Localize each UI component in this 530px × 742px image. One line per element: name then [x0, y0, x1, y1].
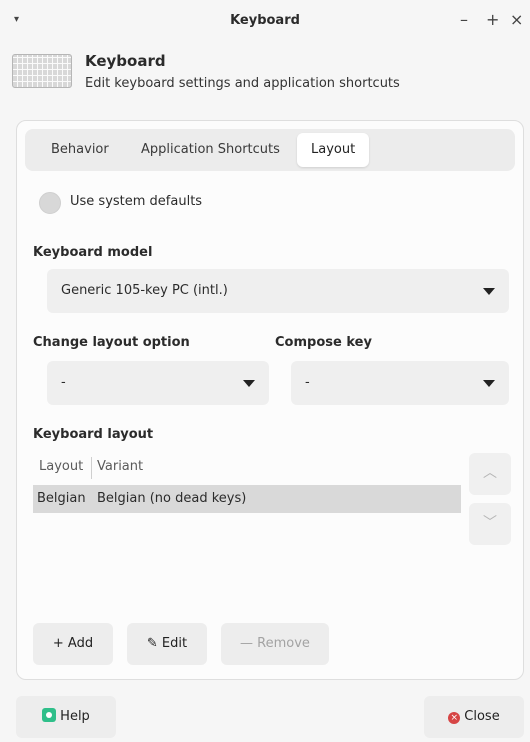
table-row[interactable]: Belgian Belgian (no dead keys): [33, 485, 461, 513]
settings-panel: Behavior Application Shortcuts Layout Us…: [16, 120, 524, 680]
dialog-subtitle: Edit keyboard settings and application s…: [85, 76, 400, 91]
close-window-icon[interactable]: ×: [510, 10, 523, 29]
chevron-up-icon: ︿: [483, 465, 497, 481]
tab-bar: Behavior Application Shortcuts Layout: [25, 129, 515, 171]
move-down-button[interactable]: ﹀: [469, 503, 511, 545]
minimize-icon[interactable]: –: [460, 10, 468, 29]
column-separator: [91, 457, 92, 479]
use-system-defaults-label: Use system defaults: [70, 194, 203, 209]
dialog-title: Keyboard: [85, 52, 166, 70]
help-label: Help: [60, 709, 90, 724]
keyboard-icon: [12, 54, 72, 88]
compose-key-select[interactable]: -: [291, 361, 509, 405]
keyboard-model-value: Generic 105-key PC (intl.): [61, 283, 228, 298]
keyboard-model-heading: Keyboard model: [33, 245, 153, 260]
maximize-icon[interactable]: +: [486, 10, 499, 29]
compose-key-value: -: [305, 375, 310, 390]
keyboard-layout-table: Layout Variant Belgian Belgian (no dead …: [33, 451, 461, 631]
column-header-variant[interactable]: Variant: [97, 451, 143, 483]
edit-label: Edit: [161, 636, 188, 651]
keyboard-layout-heading: Keyboard layout: [33, 427, 154, 442]
change-layout-heading: Change layout option: [33, 335, 190, 350]
chevron-down-icon: ﹀: [483, 515, 497, 531]
tab-layout[interactable]: Layout: [297, 133, 370, 167]
compose-key-heading: Compose key: [275, 335, 372, 350]
table-header: Layout Variant: [33, 451, 461, 483]
edit-layout-button[interactable]: ✎ Edit: [127, 623, 207, 665]
keyboard-model-select[interactable]: Generic 105-key PC (intl.): [47, 269, 509, 313]
tab-application-shortcuts[interactable]: Application Shortcuts: [127, 133, 294, 167]
help-button[interactable]: Help: [16, 696, 116, 738]
column-header-layout[interactable]: Layout: [39, 451, 83, 483]
close-button[interactable]: × Close: [424, 696, 524, 738]
window-title: Keyboard: [230, 13, 300, 28]
pencil-icon: ✎: [146, 636, 158, 651]
chevron-down-icon: [483, 380, 495, 387]
change-layout-select[interactable]: -: [47, 361, 269, 405]
use-system-defaults-toggle[interactable]: [39, 192, 61, 214]
title-bar: ▾ Keyboard – + ×: [0, 0, 530, 44]
move-up-button[interactable]: ︿: [469, 453, 511, 495]
add-layout-button[interactable]: + Add: [33, 623, 113, 665]
row-layout-cell: Belgian: [37, 491, 86, 506]
dialog-header: Keyboard Edit keyboard settings and appl…: [0, 44, 530, 104]
change-layout-value: -: [61, 375, 66, 390]
tab-behavior[interactable]: Behavior: [37, 133, 123, 167]
chevron-down-icon: [243, 380, 255, 387]
remove-layout-button[interactable]: — Remove: [221, 623, 329, 665]
close-label: Close: [464, 709, 500, 724]
chevron-down-icon: [483, 288, 495, 295]
help-icon: [42, 708, 57, 722]
close-icon: ×: [448, 712, 461, 724]
row-variant-cell: Belgian (no dead keys): [97, 491, 247, 506]
